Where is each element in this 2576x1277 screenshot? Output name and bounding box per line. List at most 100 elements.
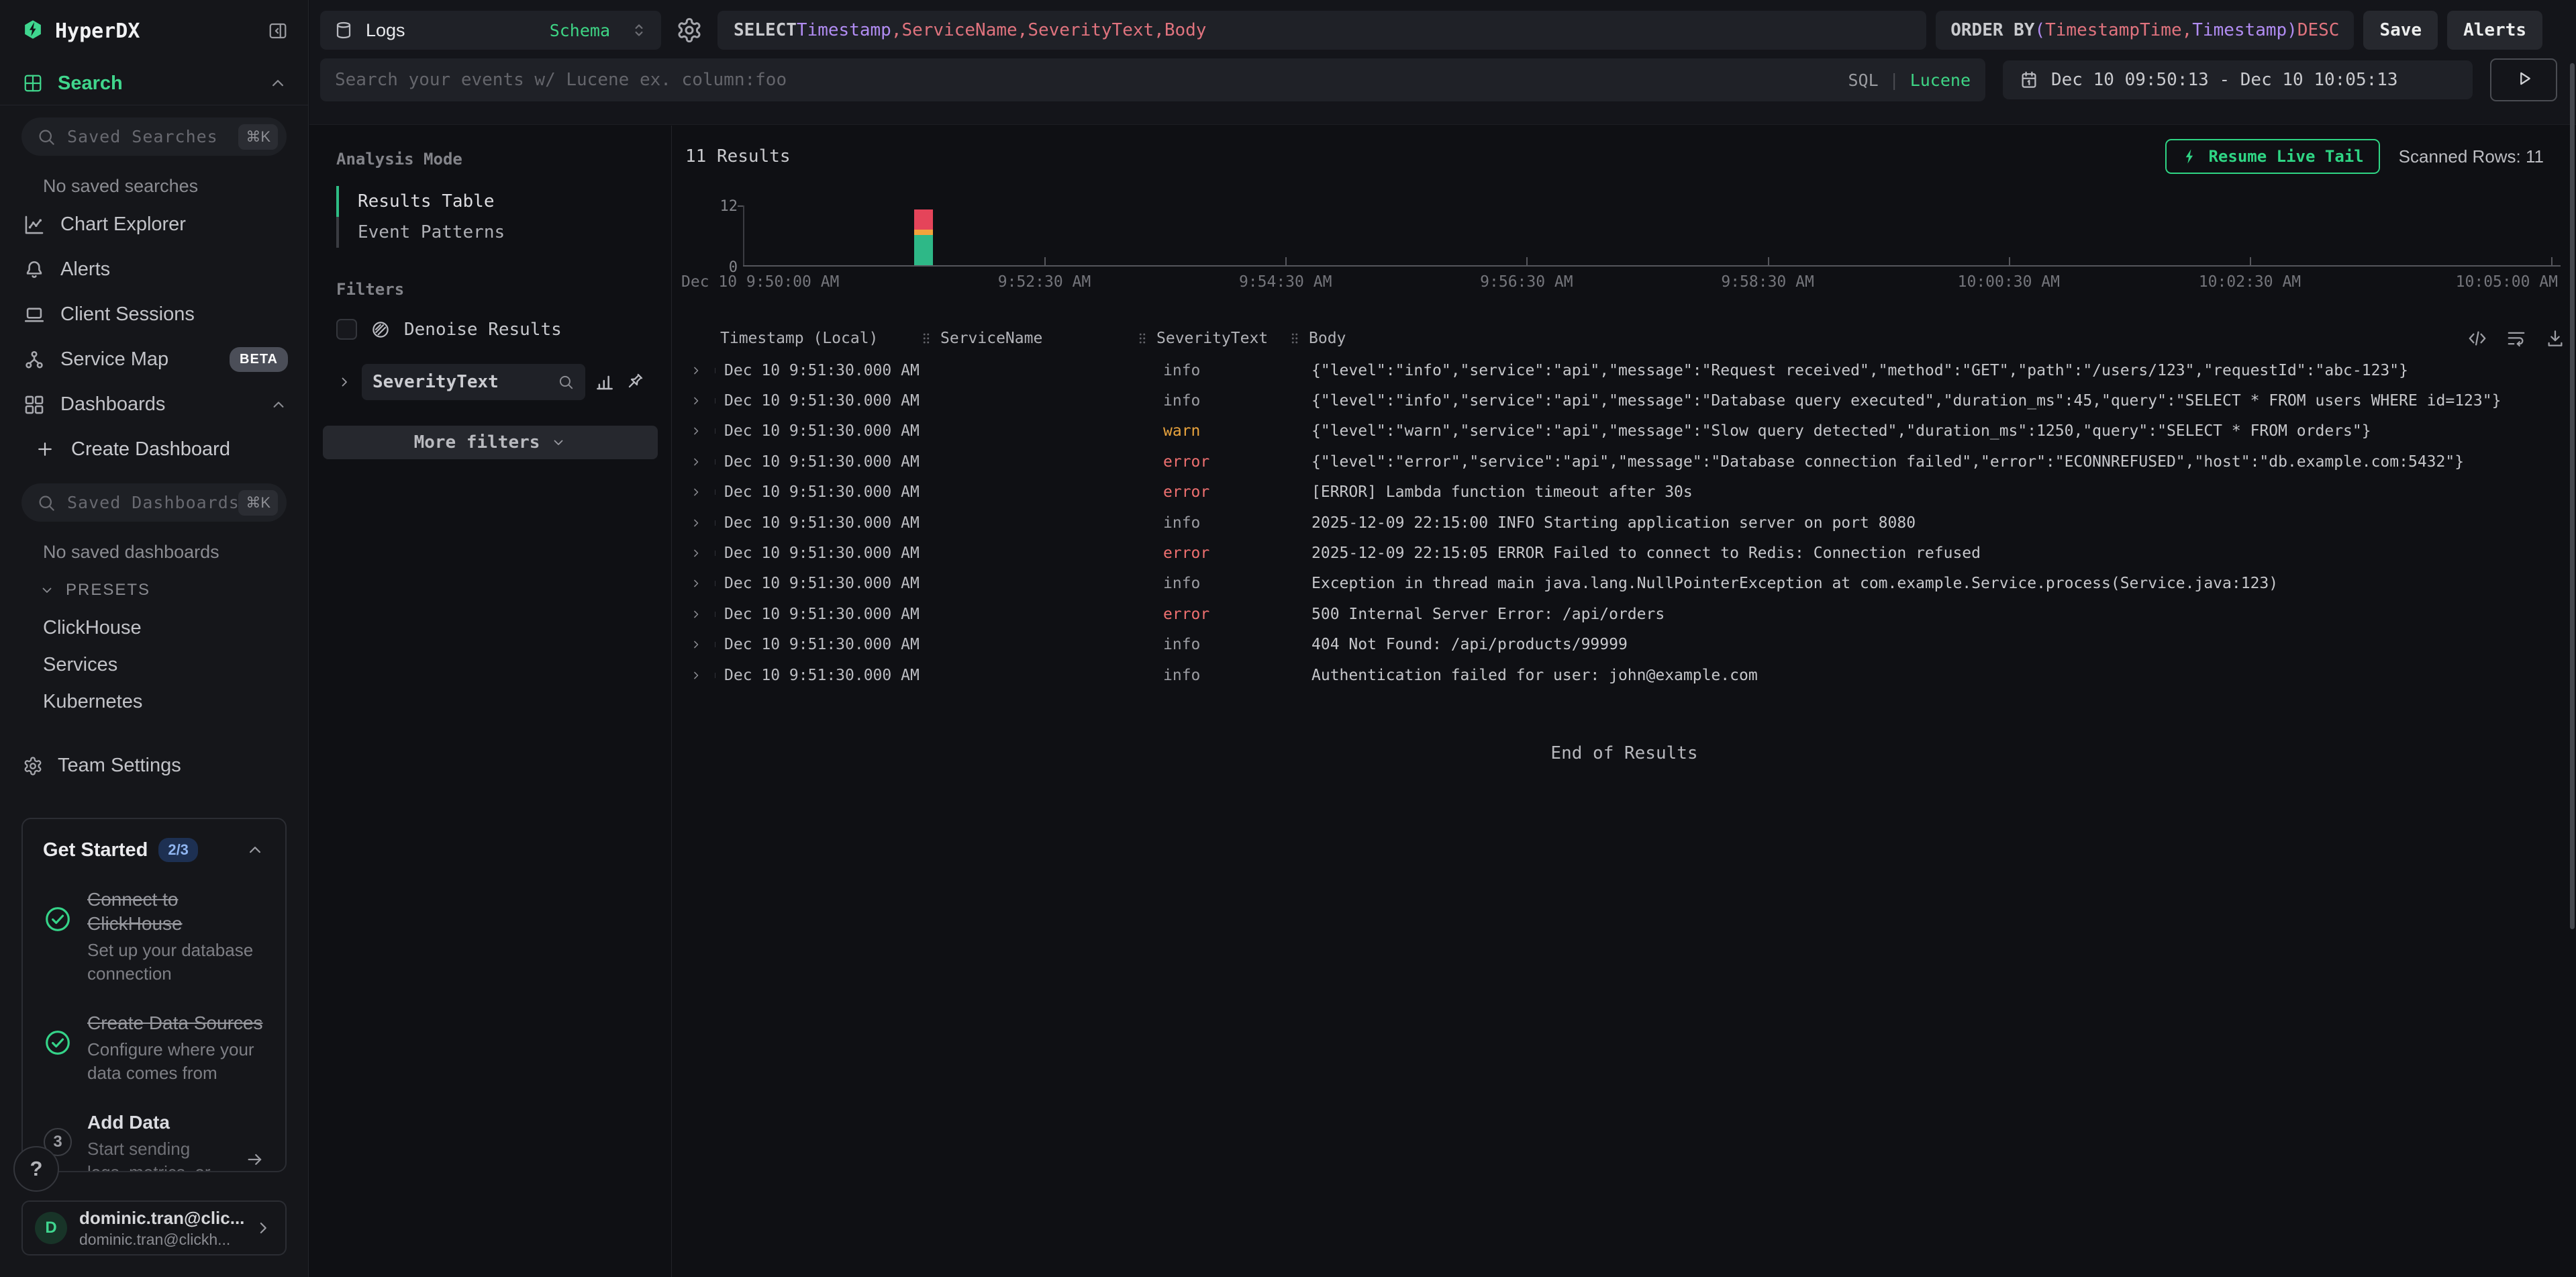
row-expand-chevron-icon[interactable] — [681, 547, 711, 560]
log-row[interactable]: Dec 10 9:51:30.000 AMinfo{"level":"info"… — [681, 355, 2569, 385]
chevron-right-icon[interactable] — [336, 374, 352, 390]
log-row[interactable]: Dec 10 9:51:30.000 AMerror2025-12-09 22:… — [681, 538, 2569, 568]
row-expand-chevron-icon[interactable] — [681, 638, 711, 651]
column-header-severitytext[interactable]: SeverityText — [1135, 330, 1287, 347]
facet-search-box[interactable]: SeverityText — [362, 364, 585, 400]
log-row[interactable]: Dec 10 9:51:30.000 AMerror{"level":"erro… — [681, 446, 2569, 477]
column-header-body[interactable]: Body — [1287, 330, 2569, 347]
facet-chart-icon[interactable] — [595, 372, 615, 392]
time-range-picker[interactable]: Dec 10 09:50:13 - Dec 10 10:05:13 — [2003, 60, 2473, 99]
results-count: 11 Results — [685, 146, 791, 167]
denoise-results-option[interactable]: Denoise Results — [336, 319, 644, 340]
presets-toggle[interactable]: PRESETS — [0, 571, 308, 610]
row-expand-chevron-icon[interactable] — [681, 455, 711, 469]
select-query-input[interactable]: SELECT Timestamp,ServiceName,SeverityTex… — [717, 11, 1926, 50]
row-expand-chevron-icon[interactable] — [681, 424, 711, 438]
filter-panel: Analysis Mode Results TableEvent Pattern… — [309, 126, 672, 1277]
drag-handle-icon[interactable] — [919, 331, 934, 346]
sidebar-collapse-icon[interactable] — [268, 21, 288, 41]
log-row[interactable]: Dec 10 9:51:30.000 AMwarn{"level":"warn"… — [681, 416, 2569, 446]
scanned-rows-label: Scanned Rows: 11 — [2399, 146, 2544, 167]
save-button[interactable]: Save — [2363, 11, 2438, 50]
row-body: 2025-12-09 22:15:00 INFO Starting applic… — [1287, 514, 2569, 532]
get-started-item[interactable]: 3Add DataStart sending logs, metrics, or… — [43, 1110, 265, 1172]
run-query-button[interactable] — [2490, 58, 2557, 101]
source-selector[interactable]: Logs Schema — [320, 11, 661, 50]
x-tick-label: 10:05:00 AM — [2456, 273, 2558, 291]
chevron-up-icon[interactable] — [269, 395, 288, 414]
sidebar-item-service-map[interactable]: Service MapBETA — [0, 337, 308, 382]
chevron-up-icon[interactable] — [268, 73, 288, 93]
wrap-lines-icon[interactable] — [2506, 328, 2526, 348]
saved-searches-search[interactable]: ⌘K — [21, 117, 287, 156]
row-expand-chevron-icon[interactable] — [681, 364, 711, 377]
log-row[interactable]: Dec 10 9:51:30.000 AMinfo{"level":"info"… — [681, 385, 2569, 416]
log-row[interactable]: Dec 10 9:51:30.000 AMinfoException in th… — [681, 569, 2569, 599]
saved-dashboards-input[interactable] — [67, 493, 238, 512]
event-search-input[interactable] — [335, 70, 1848, 90]
preset-kubernetes[interactable]: Kubernetes — [0, 683, 308, 720]
log-row[interactable]: Dec 10 9:51:30.000 AMinfo2025-12-09 22:1… — [681, 508, 2569, 538]
vertical-scrollbar[interactable] — [2570, 63, 2575, 929]
histogram-x-axis-labels: Dec 10 9:50:00 AM9:52:30 AM9:54:30 AM9:5… — [673, 273, 2576, 293]
column-header-servicename[interactable]: ServiceName — [919, 330, 1135, 347]
resume-live-tail-button[interactable]: Resume Live Tail — [2165, 139, 2379, 174]
log-row[interactable]: Dec 10 9:51:30.000 AMinfoAuthentication … — [681, 660, 2569, 690]
pin-icon[interactable] — [624, 372, 644, 392]
x-tick-label: 9:56:30 AM — [1480, 273, 1573, 291]
row-expand-chevron-icon[interactable] — [681, 394, 711, 408]
create-dashboard-button[interactable]: Create Dashboard — [0, 427, 308, 471]
log-row[interactable]: Dec 10 9:51:30.000 AMerror500 Internal S… — [681, 599, 2569, 629]
denoise-checkbox[interactable] — [336, 319, 357, 340]
histogram-bar-info[interactable] — [914, 235, 933, 266]
get-started-item[interactable]: Create Data SourcesConfigure where your … — [43, 1011, 265, 1085]
table-header-actions — [2467, 322, 2565, 355]
column-header-timestamp-local-[interactable]: Timestamp (Local) — [711, 330, 919, 347]
row-expand-chevron-icon[interactable] — [681, 485, 711, 499]
analysis-mode-results-table[interactable]: Results Table — [336, 186, 644, 217]
more-filters-button[interactable]: More filters — [323, 426, 658, 459]
sidebar-item-dashboards[interactable]: Dashboards — [0, 382, 308, 427]
preset-services[interactable]: Services — [0, 647, 308, 683]
chevron-down-icon — [550, 434, 566, 451]
view-source-icon[interactable] — [2467, 328, 2487, 348]
order-by-input[interactable]: ORDER BY (TimestampTime, Timestamp) DESC — [1936, 11, 2354, 50]
sidebar-item-chart-explorer[interactable]: Chart Explorer — [0, 202, 308, 247]
histogram-bar-warn[interactable] — [914, 230, 933, 235]
log-row[interactable]: Dec 10 9:51:30.000 AMerror[ERROR] Lambda… — [681, 477, 2569, 508]
plus-icon — [35, 439, 55, 459]
chevron-up-icon[interactable] — [245, 840, 265, 860]
row-expand-chevron-icon[interactable] — [681, 608, 711, 621]
sidebar-item-search[interactable]: Search — [0, 62, 308, 105]
sql-mode-button[interactable]: SQL — [1848, 70, 1878, 90]
row-expand-chevron-icon[interactable] — [681, 669, 711, 682]
live-tail-label: Resume Live Tail — [2208, 147, 2363, 166]
help-button[interactable]: ? — [13, 1146, 59, 1192]
saved-dashboards-search[interactable]: ⌘K — [21, 483, 287, 522]
row-expand-chevron-icon[interactable] — [681, 516, 711, 530]
download-icon[interactable] — [2545, 328, 2565, 348]
sidebar-item-client-sessions[interactable]: Client Sessions — [0, 292, 308, 337]
source-settings-gear-icon[interactable] — [671, 17, 708, 44]
preset-clickhouse[interactable]: ClickHouse — [0, 610, 308, 647]
drag-handle-icon[interactable] — [1135, 331, 1150, 346]
alerts-button[interactable]: Alerts — [2447, 11, 2542, 50]
drag-handle-icon[interactable] — [1287, 331, 1302, 346]
row-expand-chevron-icon[interactable] — [681, 577, 711, 590]
row-body: 404 Not Found: /api/products/99999 — [1287, 636, 2569, 653]
row-severity: error — [1135, 545, 1287, 562]
log-row[interactable]: Dec 10 9:51:30.000 AMinfo404 Not Found: … — [681, 630, 2569, 660]
sidebar-item-alerts[interactable]: Alerts — [0, 247, 308, 292]
analysis-mode-event-patterns[interactable]: Event Patterns — [336, 217, 644, 248]
saved-searches-input[interactable] — [67, 127, 238, 146]
histogram-bar-error[interactable] — [914, 209, 933, 230]
sidebar-item-team-settings[interactable]: Team Settings — [0, 743, 308, 788]
user-menu[interactable]: D dominic.tran@clic... dominic.tran@clic… — [21, 1200, 287, 1256]
get-started-item-text: Add DataStart sending logs, metrics, or … — [87, 1110, 230, 1172]
shortcut-badge: ⌘K — [238, 124, 278, 150]
get-started-item[interactable]: Connect to ClickHouseSet up your databas… — [43, 888, 265, 986]
lucene-mode-button[interactable]: Lucene — [1910, 70, 1971, 90]
event-search[interactable]: SQL | Lucene — [320, 58, 1985, 101]
get-started-header[interactable]: Get Started 2/3 — [43, 838, 265, 862]
selector-chevrons-icon — [629, 20, 649, 40]
